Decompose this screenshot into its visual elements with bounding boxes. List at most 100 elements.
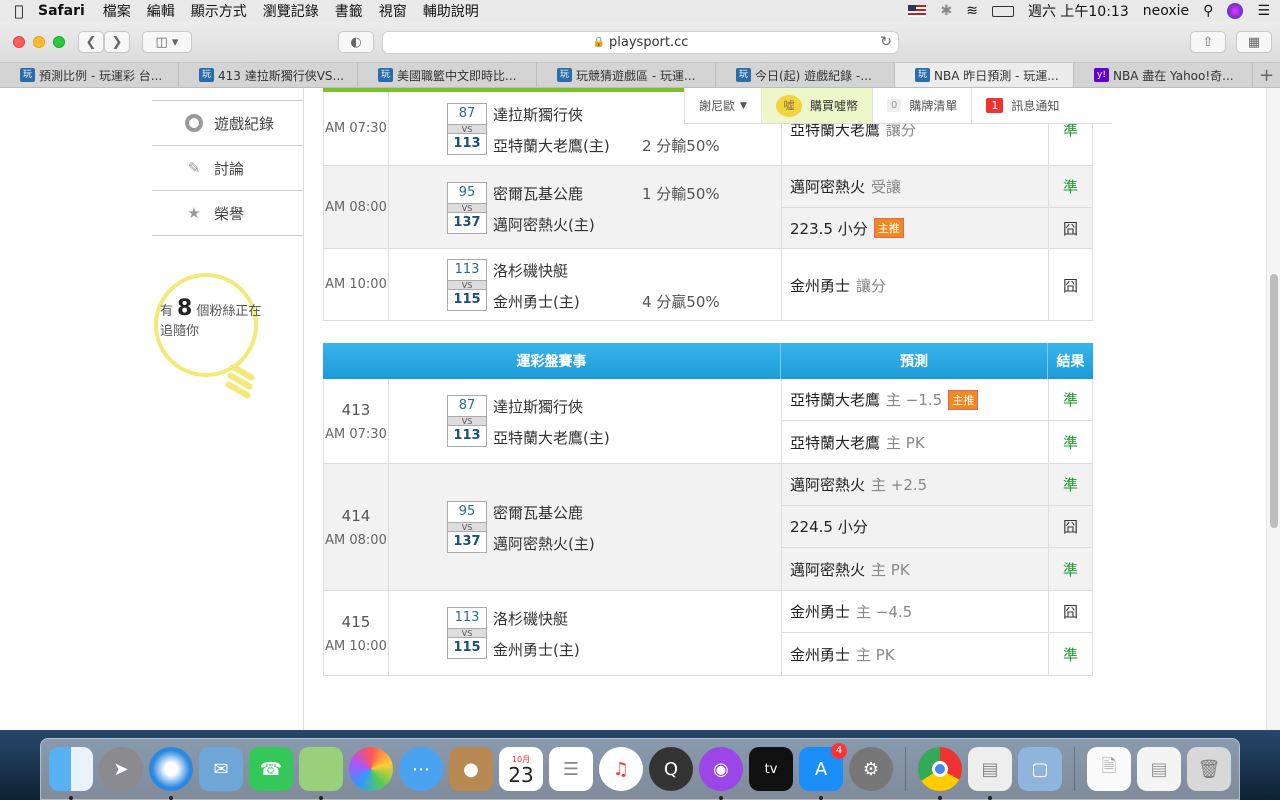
quicktime-icon[interactable]: Q — [649, 747, 693, 791]
menu-bookmarks[interactable]: 書籤 — [335, 1, 363, 21]
reminders-icon[interactable]: ☰ — [549, 747, 593, 791]
featured-pick-badge: 主推 — [873, 218, 904, 239]
contacts-icon[interactable]: ● — [449, 747, 493, 791]
tab-3[interactable]: 玩美國職籃中文即時比... — [358, 63, 537, 87]
podcasts-icon[interactable]: ◉ — [699, 747, 743, 800]
prediction-pick[interactable]: 邁阿密熱火 — [790, 559, 865, 580]
prediction-pick[interactable]: 亞特蘭大老鷹 — [790, 432, 880, 453]
notifications-link[interactable]: 1 訊息通知 — [971, 88, 1073, 123]
tab-1[interactable]: 玩預測比例 - 玩運彩 台... — [0, 63, 179, 87]
notification-center-icon[interactable]: ☰ — [1257, 3, 1270, 19]
browser-toolbar: ❮ ❯ ◫ ▾ ◐ 🔒 playsport.cc ↻ ⇧ ▦ — [0, 22, 1280, 62]
battery-icon[interactable] — [991, 5, 1014, 17]
app-menu[interactable]: Safari — [38, 3, 85, 19]
trash-icon[interactable]: 🗑 — [1187, 747, 1231, 791]
user-menu[interactable]: neoxie — [1143, 3, 1189, 19]
sidebar-item-honors[interactable]: ★ 榮譽 — [152, 191, 303, 236]
away-team[interactable]: 密爾瓦基公鹿 — [493, 502, 583, 523]
home-team[interactable]: 亞特蘭大老鷹(主) — [493, 427, 610, 448]
away-team[interactable]: 達拉斯獨行俠 — [493, 104, 583, 125]
prediction-pick[interactable]: 223.5 小分 — [790, 218, 868, 239]
input-source-flag-icon[interactable] — [908, 5, 927, 17]
preview-icon[interactable]: ▤ — [968, 747, 1012, 800]
prediction-pick[interactable]: 金州勇士 — [790, 601, 850, 622]
system-preferences-icon[interactable]: ⚙ — [849, 747, 893, 791]
siri-icon[interactable] — [1227, 3, 1244, 19]
away-team[interactable]: 達拉斯獨行俠 — [493, 396, 583, 417]
tab-2[interactable]: 玩 413 達拉斯獨行俠VS... — [179, 63, 358, 87]
cart-link[interactable]: 0 購牌清單 — [871, 88, 971, 123]
menu-view[interactable]: 顯示方式 — [191, 1, 247, 21]
sidebar-toggle-button[interactable]: ◫ ▾ — [142, 31, 192, 53]
spotlight-icon[interactable]: ⚲ — [1203, 3, 1213, 19]
prediction-pick[interactable]: 邁阿密熱火 — [790, 176, 865, 197]
close-window-icon[interactable] — [13, 36, 25, 48]
scrollbar-thumb[interactable] — [1270, 274, 1278, 528]
finder-icon[interactable] — [49, 747, 93, 800]
menu-edit[interactable]: 編輯 — [147, 1, 175, 21]
prediction-pick[interactable]: 金州勇士 — [790, 644, 850, 665]
zoom-window-icon[interactable] — [53, 36, 65, 48]
facetime-icon[interactable]: ☎ — [249, 747, 293, 791]
music-icon[interactable]: ♫ — [599, 747, 643, 791]
clock[interactable]: 週六 上午10:13 — [1028, 1, 1129, 21]
privacy-report-button[interactable]: ◐ — [338, 31, 374, 53]
image-capture-icon[interactable]: ▢ — [1018, 747, 1062, 791]
tab-4[interactable]: 玩玩競猜遊戲區 - 玩運... — [537, 63, 716, 87]
safari-icon[interactable] — [149, 747, 193, 800]
user-menu-dropdown[interactable]: 謝尼歐 ▼ — [684, 88, 761, 123]
maps-icon[interactable] — [299, 747, 343, 800]
menu-window[interactable]: 視窗 — [379, 1, 407, 21]
tab-5[interactable]: 玩今日(起) 遊戲紀錄 -... — [716, 63, 895, 87]
apple-tv-icon[interactable]: tv — [749, 747, 793, 791]
forward-button[interactable]: ❯ — [104, 31, 130, 53]
home-team[interactable]: 亞特蘭大老鷹(主) — [493, 135, 610, 156]
prediction-pick[interactable]: 金州勇士 — [790, 275, 850, 296]
wifi-icon[interactable]: ≋ — [966, 3, 978, 19]
sidebar-item-discussion[interactable]: ✎ 討論 — [152, 146, 303, 191]
share-button[interactable]: ⇧ — [1190, 31, 1226, 53]
documents-folder-icon[interactable]: 🗎 — [1087, 747, 1131, 791]
calendar-day: 23 — [508, 762, 534, 787]
home-team[interactable]: 金州勇士(主) — [493, 639, 580, 660]
messages-icon[interactable]: ⋯ — [399, 747, 443, 791]
home-team[interactable]: 邁阿密熱火(主) — [493, 214, 595, 235]
new-tab-button[interactable]: + — [1253, 63, 1280, 87]
away-team[interactable]: 洛杉磯快艇 — [493, 260, 568, 281]
launchpad-icon[interactable]: ➤ — [99, 747, 143, 791]
prediction-type: 主 −1.5 — [886, 391, 943, 409]
buy-coins-link[interactable]: 噓購買噓幣 — [760, 88, 872, 123]
bluetooth-icon[interactable]: ✱ — [940, 3, 952, 19]
tab-7[interactable]: y! NBA 盡在 Yahoo!奇... — [1074, 63, 1253, 87]
back-button[interactable]: ❮ — [78, 31, 104, 53]
away-score: 113 — [454, 610, 480, 625]
away-team[interactable]: 密爾瓦基公鹿 — [493, 183, 583, 204]
prediction-pick[interactable]: 亞特蘭大老鷹 — [790, 389, 880, 410]
reload-icon[interactable]: ↻ — [880, 34, 892, 50]
prediction-cell: 邁阿密熱火 主 +2.5 224.5 小分 邁阿密熱火 主 PK — [782, 464, 1049, 590]
home-team[interactable]: 金州勇士(主) — [493, 291, 580, 312]
app-store-icon[interactable]: A4 — [799, 743, 847, 800]
apple-menu-icon[interactable]:  — [0, 2, 38, 20]
home-team[interactable]: 邁阿密熱火(主) — [493, 533, 595, 554]
tab-6-active[interactable]: 玩 NBA 昨日預測 - 玩運... — [895, 63, 1074, 87]
sidebar-item-game-records[interactable]: 遊戲紀錄 — [152, 101, 303, 146]
prediction-pick[interactable]: 邁阿密熱火 — [790, 474, 865, 495]
screenshot-file-icon[interactable]: ▤ — [1137, 747, 1181, 791]
tab-overview-button[interactable]: ▦ — [1236, 31, 1272, 53]
tab-bar: 玩預測比例 - 玩運彩 台... 玩 413 達拉斯獨行俠VS... 玩美國職籃中… — [0, 62, 1280, 88]
calendar-icon[interactable]: 10月 23 — [499, 747, 543, 791]
menu-file[interactable]: 檔案 — [103, 1, 131, 21]
site-favicon-icon: 玩 — [557, 68, 572, 82]
chrome-icon[interactable] — [918, 747, 962, 800]
sidebar-item-label: 榮譽 — [214, 204, 245, 223]
away-team[interactable]: 洛杉磯快艇 — [493, 608, 568, 629]
photos-icon[interactable] — [349, 747, 393, 791]
minimize-window-icon[interactable] — [33, 36, 45, 48]
page-scrollbar[interactable] — [1266, 88, 1280, 730]
menu-help[interactable]: 輔助說明 — [423, 1, 479, 21]
mail-icon[interactable]: ✉ — [199, 747, 243, 791]
prediction-pick[interactable]: 224.5 小分 — [790, 516, 868, 537]
address-bar[interactable]: 🔒 playsport.cc ↻ — [382, 31, 899, 54]
menu-history[interactable]: 瀏覽記錄 — [263, 1, 319, 21]
